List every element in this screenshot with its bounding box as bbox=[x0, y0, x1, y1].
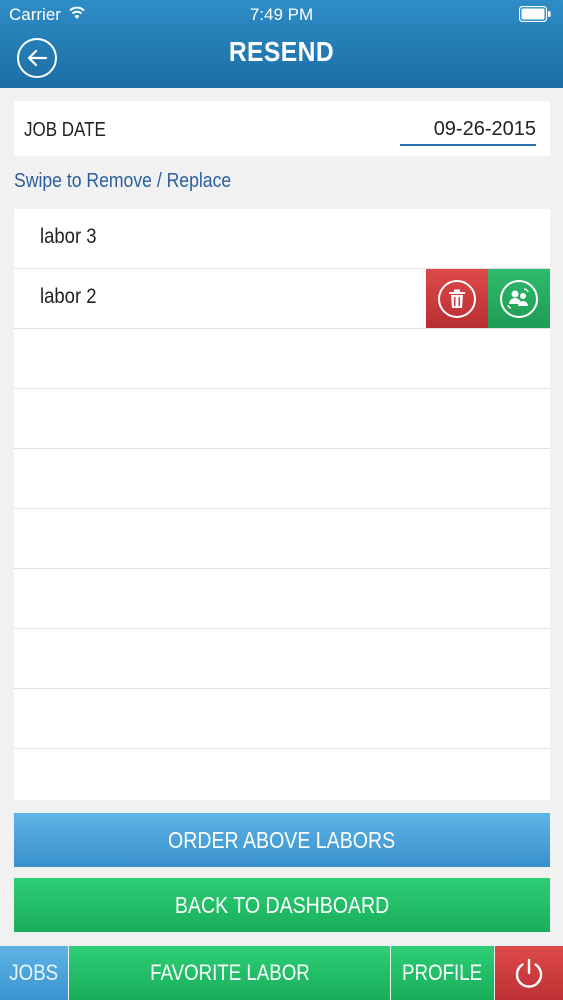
tab-jobs[interactable]: JOBS bbox=[0, 946, 68, 1000]
tab-profile[interactable]: PROFILE bbox=[391, 946, 494, 1000]
job-date-label: JOB DATE bbox=[24, 119, 106, 141]
logout-button[interactable] bbox=[495, 946, 563, 1000]
bottom-tab-bar: JOBS FAVORITE LABOR PROFILE bbox=[0, 946, 563, 1000]
empty-row bbox=[14, 449, 550, 509]
back-to-dashboard-button[interactable]: BACK TO DASHBOARD bbox=[14, 878, 550, 932]
back-to-dashboard-label: BACK TO DASHBOARD bbox=[174, 891, 390, 918]
tab-favorite-labor[interactable]: FAVORITE LABOR bbox=[69, 946, 390, 1000]
app-header: Carrier 7:49 PM RESEND bbox=[0, 0, 563, 88]
tab-jobs-label: JOBS bbox=[9, 960, 59, 985]
empty-row bbox=[14, 689, 550, 749]
order-labors-button[interactable]: ORDER ABOVE LABORS bbox=[14, 813, 550, 867]
tab-favorite-label: FAVORITE LABOR bbox=[149, 960, 310, 985]
empty-row bbox=[14, 749, 550, 800]
page-title: RESEND bbox=[228, 36, 335, 67]
tab-profile-label: PROFILE bbox=[402, 960, 483, 985]
order-labors-label: ORDER ABOVE LABORS bbox=[168, 826, 396, 853]
list-item[interactable]: labor 2 bbox=[14, 269, 550, 329]
power-icon bbox=[515, 958, 543, 988]
remove-labor-button[interactable] bbox=[426, 269, 488, 328]
job-date-field[interactable] bbox=[400, 115, 536, 146]
labor-name: labor 2 bbox=[40, 285, 97, 308]
job-date-row: JOB DATE bbox=[14, 101, 550, 156]
labor-list[interactable]: labor 3 labor 2 bbox=[14, 209, 550, 800]
empty-row bbox=[14, 329, 550, 389]
empty-row bbox=[14, 629, 550, 689]
trash-icon bbox=[449, 289, 465, 308]
labor-name: labor 3 bbox=[40, 225, 97, 248]
empty-row bbox=[14, 509, 550, 569]
status-bar: Carrier 7:49 PM bbox=[0, 0, 563, 30]
battery-icon bbox=[519, 6, 551, 22]
empty-row bbox=[14, 389, 550, 449]
list-item[interactable]: labor 3 bbox=[14, 209, 550, 269]
status-time: 7:49 PM bbox=[249, 5, 314, 24]
empty-row bbox=[14, 569, 550, 629]
swipe-hint: Swipe to Remove / Replace bbox=[14, 170, 232, 192]
replace-user-icon bbox=[507, 287, 529, 309]
replace-labor-button[interactable] bbox=[488, 269, 550, 328]
